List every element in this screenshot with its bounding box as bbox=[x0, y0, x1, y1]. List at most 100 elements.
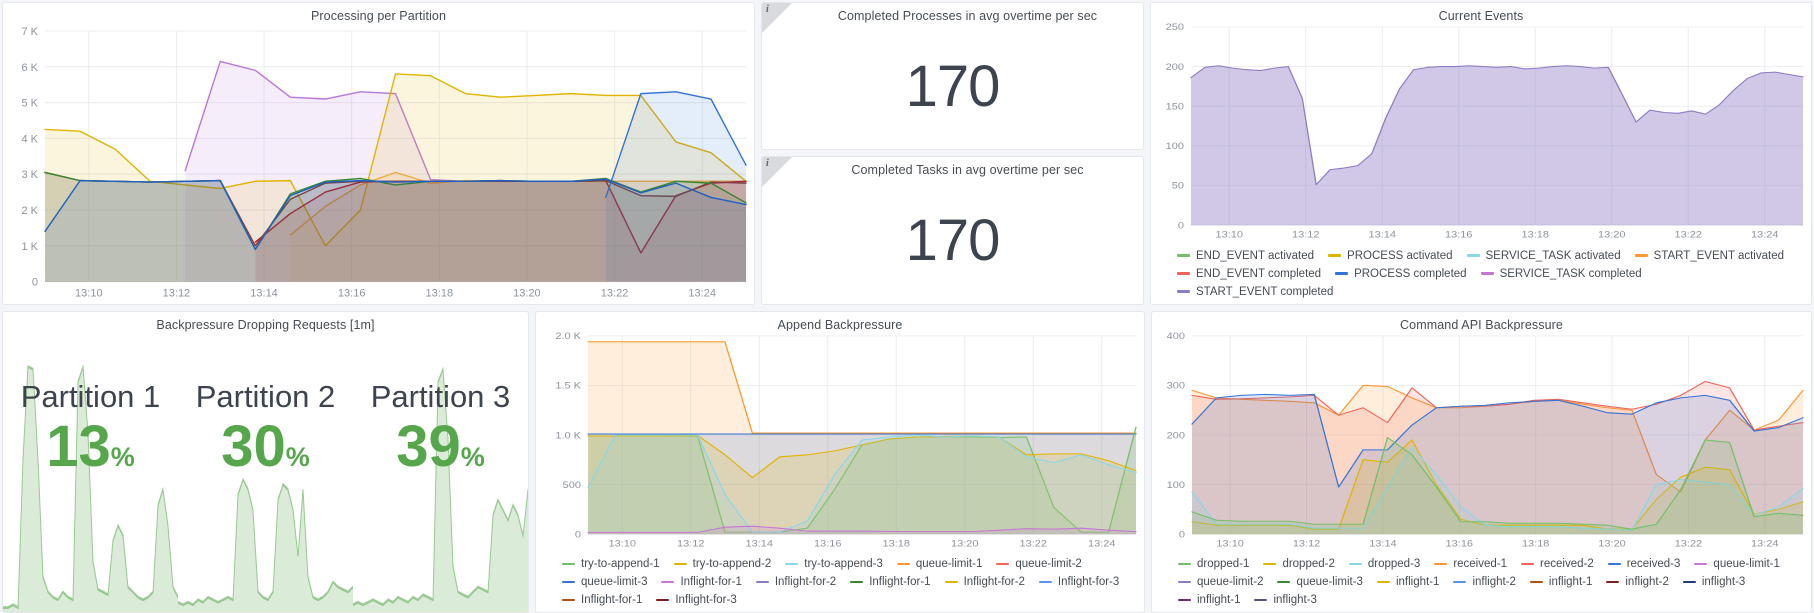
partition-stat-cell[interactable]: Partition 1 13% bbox=[3, 334, 178, 612]
legend-item[interactable]: END_EVENT completed bbox=[1177, 266, 1321, 282]
legend-item[interactable]: START_EVENT activated bbox=[1634, 248, 1784, 264]
svg-text:13:24: 13:24 bbox=[1088, 539, 1116, 549]
partition-stat-value: 13% bbox=[46, 417, 135, 476]
legend-item[interactable]: inflight-1 bbox=[1376, 574, 1439, 590]
legend-color-swatch bbox=[785, 562, 799, 566]
legend-color-swatch bbox=[755, 580, 769, 584]
legend-item[interactable]: SERVICE_TASK completed bbox=[1480, 266, 1642, 282]
legend-label: inflight-2 bbox=[1472, 576, 1516, 588]
info-icon-glyph: i bbox=[766, 158, 769, 170]
legend-item[interactable]: Inflight-for-1 bbox=[562, 592, 642, 608]
legend-item[interactable]: queue-limit-1 bbox=[896, 556, 983, 572]
legend-item[interactable]: inflight-1 bbox=[1178, 592, 1240, 608]
legend-color-swatch bbox=[1178, 598, 1191, 602]
svg-text:13:24: 13:24 bbox=[1751, 539, 1779, 549]
partition-stat-cell[interactable]: Partition 2 30% bbox=[178, 334, 353, 612]
legend-color-swatch bbox=[1694, 562, 1708, 566]
svg-text:13:10: 13:10 bbox=[1216, 231, 1244, 241]
legend-item[interactable]: Inflight-for-3 bbox=[1038, 574, 1119, 590]
svg-text:100: 100 bbox=[1167, 481, 1186, 491]
legend-item[interactable]: dropped-1 bbox=[1178, 556, 1249, 572]
panel-body[interactable]: 0 100 200 300 400 13:10 13:12 13:14 13:16 13:18 13… bbox=[1152, 331, 1811, 552]
legend-item[interactable]: Inflight-for-2 bbox=[944, 574, 1025, 590]
svg-text:13:14: 13:14 bbox=[250, 288, 278, 300]
svg-text:0: 0 bbox=[32, 277, 38, 289]
legend-item[interactable]: try-to-append-3 bbox=[785, 556, 883, 572]
legend-item[interactable]: Inflight-for-1 bbox=[850, 574, 931, 590]
panel-processing-per-partition[interactable]: Processing per Partition 0 1 K 2 K 3 K 4 K 5 … bbox=[2, 2, 755, 305]
svg-text:500: 500 bbox=[563, 481, 582, 491]
legend-color-swatch bbox=[1634, 254, 1648, 257]
svg-text:0: 0 bbox=[1178, 222, 1185, 232]
legend-color-swatch bbox=[996, 562, 1010, 566]
legend-item[interactable]: queue-limit-3 bbox=[1277, 574, 1363, 590]
legend-item[interactable]: PROCESS activated bbox=[1328, 248, 1453, 264]
panel-body: 170 bbox=[762, 25, 1143, 149]
legend-item[interactable]: dropped-3 bbox=[1348, 556, 1420, 572]
legend-label: END_EVENT completed bbox=[1196, 267, 1322, 280]
legend-item[interactable]: received-1 bbox=[1434, 556, 1507, 572]
legend-item[interactable]: received-2 bbox=[1521, 556, 1594, 572]
svg-text:3 K: 3 K bbox=[21, 169, 38, 181]
timeseries-chart[interactable]: 0 50 100 150 200 250 13:10 13:12 13:14 13:16 13:18… bbox=[1151, 22, 1811, 243]
panel-body[interactable]: 0 1 K 2 K 3 K 4 K 5 K 6 K 7 K 13:10 13:12 13:14 13:… bbox=[3, 25, 754, 304]
panel-command-api-backpressure[interactable]: Command API Backpressure 0 100 200 300 400 13… bbox=[1151, 310, 1812, 613]
legend-color-swatch bbox=[1277, 580, 1291, 584]
legend-item[interactable]: queue-limit-1 bbox=[1694, 556, 1780, 572]
svg-text:13:14: 13:14 bbox=[1369, 231, 1397, 241]
legend-item[interactable]: END_EVENT activated bbox=[1177, 248, 1314, 264]
panel-append-backpressure[interactable]: Append Backpressure 0 500 1.0 K 1.5 K 2.0 K 1… bbox=[535, 310, 1145, 613]
legend-item[interactable]: inflight-1 bbox=[1529, 574, 1592, 590]
legend-color-swatch bbox=[1606, 580, 1620, 584]
legend-item[interactable]: queue-limit-3 bbox=[562, 574, 647, 590]
panel-completed-tasks[interactable]: i Completed Tasks in avg overtime per se… bbox=[761, 156, 1144, 305]
legend-color-swatch bbox=[1466, 254, 1480, 257]
legend-color-swatch bbox=[673, 562, 687, 566]
legend-item[interactable]: queue-limit-2 bbox=[996, 556, 1082, 572]
svg-text:13:22: 13:22 bbox=[1675, 231, 1703, 241]
chart-legend[interactable]: dropped-1 dropped-2 dropped-3 received-1 rec… bbox=[1152, 552, 1811, 612]
grafana-dashboard: Processing per Partition 0 1 K 2 K 3 K 4 K 5 … bbox=[0, 0, 1814, 613]
panel-body[interactable]: 0 50 100 150 200 250 13:10 13:12 13:14 13:16 13:18… bbox=[1151, 22, 1811, 243]
panel-completed-processes[interactable]: i Completed Processes in avg overtime pe… bbox=[761, 2, 1144, 151]
info-icon[interactable]: i bbox=[762, 157, 792, 188]
legend-color-swatch bbox=[1177, 290, 1190, 293]
legend-item[interactable]: try-to-append-1 bbox=[562, 556, 660, 572]
panel-body[interactable]: Partition 1 13% Partition 2 30% Partition 33… bbox=[3, 334, 528, 612]
legend-label: try-to-append-3 bbox=[804, 558, 883, 570]
partition-stat-cell[interactable]: Partition 3 39% bbox=[353, 334, 528, 612]
legend-label: START_EVENT activated bbox=[1653, 249, 1784, 262]
panel-title: Append Backpressure bbox=[777, 317, 903, 331]
partition-stat-title: Partition 3 bbox=[370, 378, 511, 414]
legend-item[interactable]: inflight-3 bbox=[1682, 574, 1745, 590]
panel-current-events[interactable]: Current Events 0 50 100 150 200 250 13:10 13:12… bbox=[1150, 2, 1812, 305]
legend-item[interactable]: PROCESS completed bbox=[1335, 266, 1467, 282]
legend-item[interactable]: try-to-append-2 bbox=[673, 556, 771, 572]
timeseries-chart[interactable]: 0 1 K 2 K 3 K 4 K 5 K 6 K 7 K 13:10 13:12 13:14 13:… bbox=[3, 25, 754, 304]
svg-text:13:16: 13:16 bbox=[1445, 231, 1473, 241]
legend-item[interactable]: Inflight-for-2 bbox=[755, 574, 836, 590]
legend-label: inflight-3 bbox=[1273, 594, 1317, 606]
legend-item[interactable]: Inflight-for-1 bbox=[661, 574, 742, 590]
chart-legend[interactable]: try-to-append-1 try-to-append-2 try-to-app… bbox=[536, 552, 1144, 612]
legend-label: queue-limit-1 bbox=[915, 558, 983, 570]
legend-item[interactable]: dropped-2 bbox=[1263, 556, 1335, 572]
chart-legend[interactable]: END_EVENT activated PROCESS activated SERV… bbox=[1151, 244, 1811, 304]
svg-text:13:16: 13:16 bbox=[814, 539, 842, 549]
legend-item[interactable]: START_EVENT completed bbox=[1177, 284, 1333, 300]
timeseries-chart[interactable]: 0 100 200 300 400 13:10 13:12 13:14 13:16 13:18 13… bbox=[1152, 331, 1811, 552]
svg-text:13:20: 13:20 bbox=[1598, 231, 1626, 241]
legend-label: Inflight-for-1 bbox=[581, 594, 643, 606]
legend-item[interactable]: queue-limit-2 bbox=[1178, 574, 1263, 590]
legend-item[interactable]: inflight-2 bbox=[1453, 574, 1516, 590]
info-icon[interactable]: i bbox=[762, 3, 792, 33]
panel-backpressure-dropping-requests[interactable]: Backpressure Dropping Requests [1m] Part… bbox=[2, 310, 529, 613]
legend-item[interactable]: Inflight-for-3 bbox=[656, 592, 737, 608]
timeseries-chart[interactable]: 0 500 1.0 K 1.5 K 2.0 K 13:10 13:12 13:14 13:16 1… bbox=[536, 331, 1144, 552]
legend-item[interactable]: received-3 bbox=[1607, 556, 1680, 572]
legend-item[interactable]: SERVICE_TASK activated bbox=[1466, 248, 1621, 264]
legend-item[interactable]: inflight-3 bbox=[1254, 592, 1317, 608]
legend-item[interactable]: inflight-2 bbox=[1606, 574, 1669, 590]
dashboard-row-1: Processing per Partition 0 1 K 2 K 3 K 4 K 5 … bbox=[2, 2, 1812, 305]
panel-body[interactable]: 0 500 1.0 K 1.5 K 2.0 K 13:10 13:12 13:14 13:16 1… bbox=[536, 331, 1144, 552]
